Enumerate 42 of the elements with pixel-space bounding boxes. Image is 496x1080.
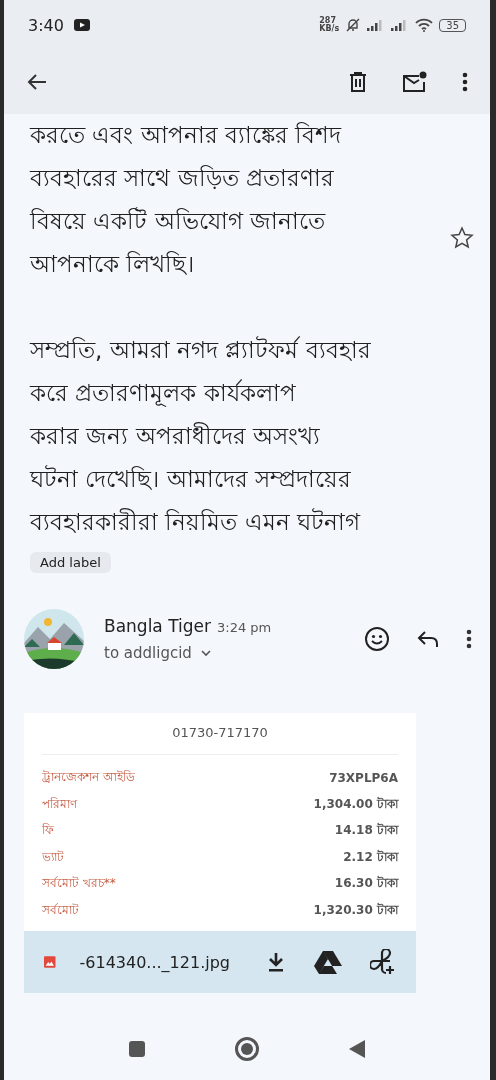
- more-options-icon: [466, 629, 472, 649]
- receipt-label: ট্রানজেকশন আইডি: [42, 769, 135, 787]
- merchant-phone: 01730-717170: [42, 719, 398, 755]
- triangle-icon: [348, 1039, 366, 1059]
- receipt-value: 16.30 টাকা: [334, 875, 398, 893]
- receipt-label: ফি: [42, 822, 54, 840]
- email-paragraph: করতে এবং আপনার ব্যাঙ্কের বিশদ ব্যবহারের সাথে জড়িত প্রতারণার বিষয়ে একটি অভিযোগ জানাতে আপনাকে লিখছি।: [30, 121, 343, 279]
- envelope-dot-icon: [402, 71, 428, 93]
- download-icon: [266, 951, 286, 973]
- triangle-logo-icon: [314, 950, 342, 974]
- network-speed-unit: KB/s: [319, 25, 340, 33]
- square-icon: [128, 1040, 146, 1058]
- smiley-icon: [364, 626, 390, 652]
- reply-arrow-icon: [416, 629, 440, 649]
- more-options-icon: [462, 72, 468, 92]
- receipt-label: ভ্যাট: [42, 848, 64, 866]
- receipt-value: 1,304.00 টাকা: [313, 795, 398, 813]
- message-time: 3:24 pm: [217, 620, 272, 635]
- wifi-icon: [415, 18, 434, 32]
- receipt-value: 14.18 টাকা: [334, 822, 398, 840]
- network-speed: 287: [319, 17, 336, 25]
- receipt-label: সর্বমোট: [42, 901, 79, 919]
- attachment-card[interactable]: 01730-717170 ট্রানজেকশন আইডি 73XPLP6A পরিমাণ 1,304.00 টাকা ফি 14.18 টাকা ভ্যাট 2.12 টাকা সর্বমোট খরচ** 16.30 টাকা সর্বমোট 1,320.30 টাকা -614340..._121.jpg: [24, 713, 416, 993]
- circle-icon: [234, 1036, 260, 1062]
- sender-name: Bangla Tiger: [104, 616, 211, 636]
- add-label-chip[interactable]: Add label: [30, 552, 111, 573]
- recipient-details-button[interactable]: to addligcid: [104, 644, 272, 662]
- trash-icon: [348, 71, 368, 93]
- status-time: 3:40: [28, 15, 64, 35]
- star-icon: [450, 226, 474, 250]
- email-paragraph: সম্প্রতি, আমরা নগদ প্ল্যাটফর্ম ব্যবহার করে প্রতারণামূলক কার্যকলাপ করার জন্য অপরাধীদের অসংখ্য ঘটনা দেখেছি। আমাদের সম্প্রদায়ের ব্যবহারকারীরা নিয়মিত এমন ঘটনাগ: [30, 335, 372, 537]
- receipt-value: 73XPLP6A: [329, 771, 398, 786]
- chevron-down-icon: [199, 649, 212, 657]
- receipt-label: সর্বমোট খরচ**: [42, 875, 116, 893]
- receipt-value: 2.12 টাকা: [343, 848, 398, 866]
- battery-level: 35: [439, 18, 466, 32]
- video-app-icon: [73, 19, 90, 31]
- receipt-value: 1,320.30 টাকা: [313, 901, 398, 919]
- receipt-label: পরিমাণ: [42, 795, 77, 813]
- attachment-filename: -614340..._121.jpg: [79, 952, 230, 972]
- pinwheel-plus-icon: [370, 949, 396, 975]
- muted-bell-icon: [345, 17, 362, 33]
